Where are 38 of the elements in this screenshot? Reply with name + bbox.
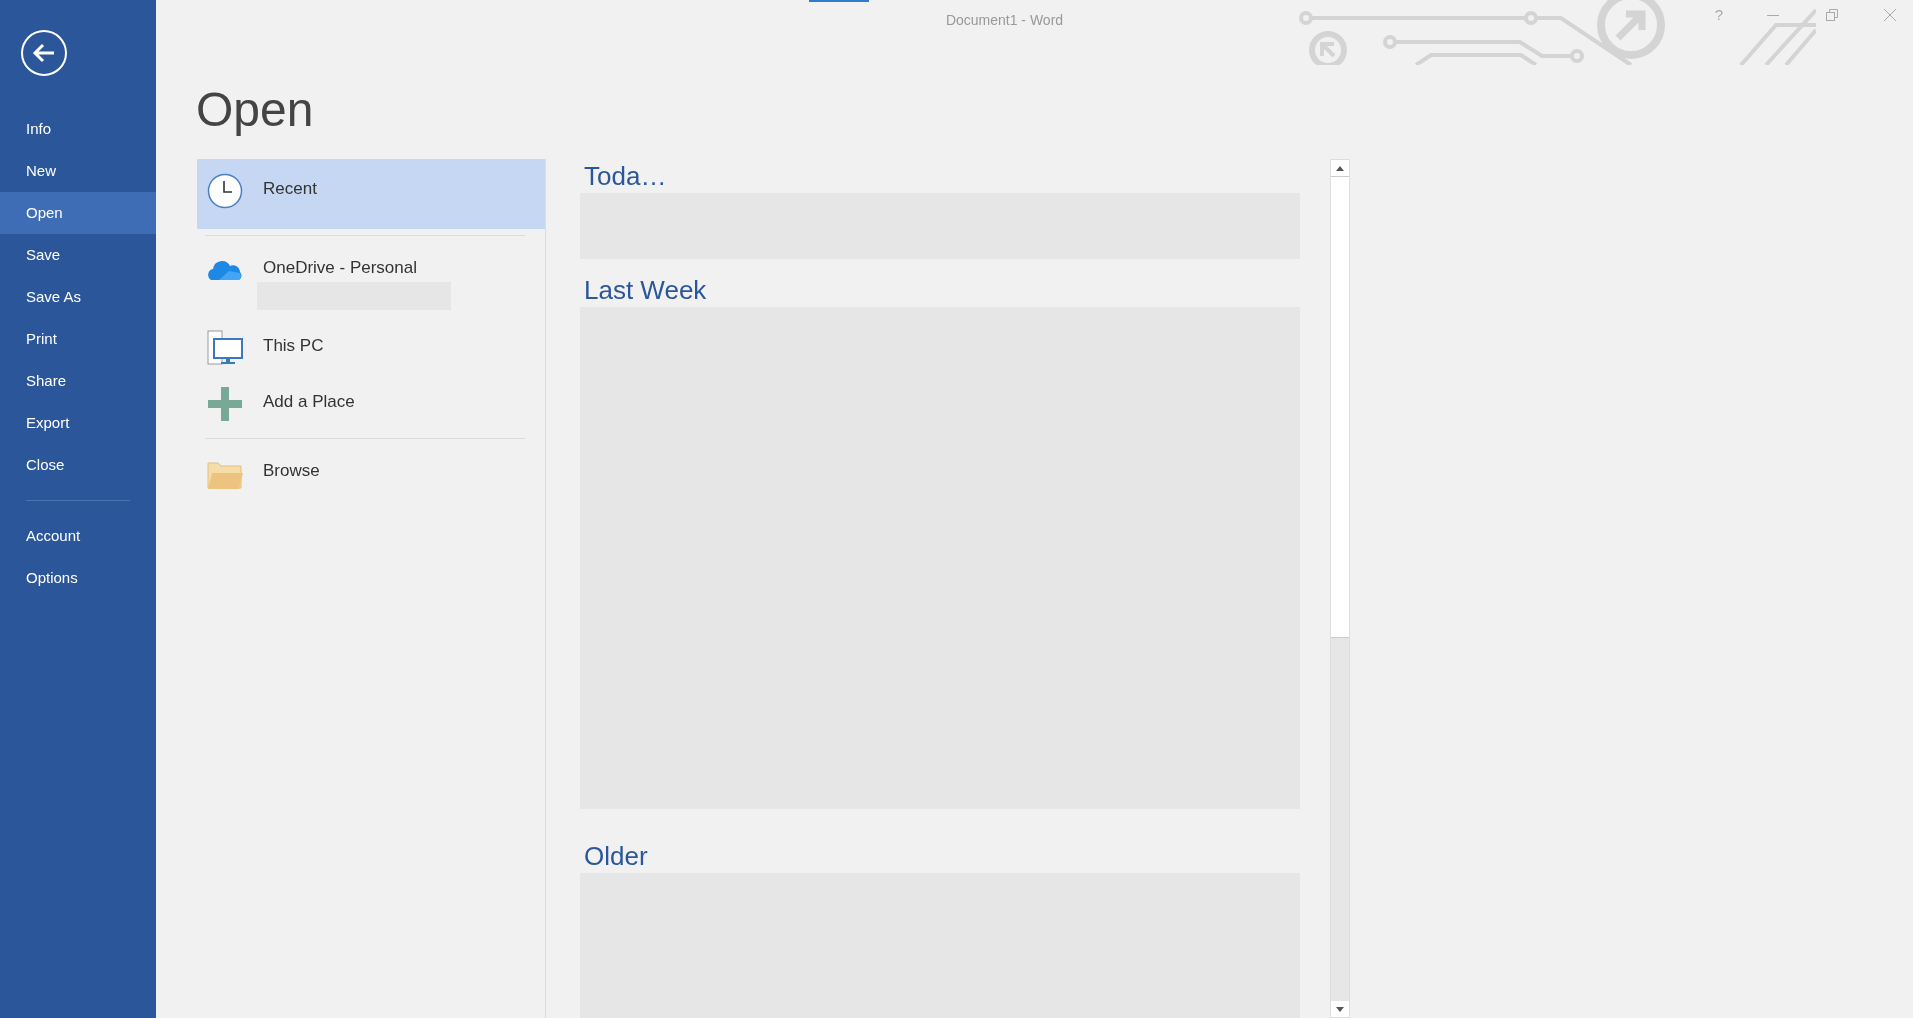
place-item[interactable]: Browse (197, 445, 545, 501)
back-button[interactable] (21, 30, 67, 76)
sidebar-item[interactable]: Share (0, 360, 156, 402)
window-title: Document1 - Word (945, 12, 1064, 28)
close-icon (1883, 7, 1897, 22)
tab-indicator (809, 0, 869, 2)
group-heading: Toda… (583, 160, 668, 193)
sidebar-item[interactable]: Save As (0, 276, 156, 318)
sidebar-item[interactable]: Export (0, 402, 156, 444)
place-item[interactable]: Add a Place (197, 376, 545, 432)
restore-icon (1825, 7, 1839, 22)
sidebar-item[interactable]: Print (0, 318, 156, 360)
place-item[interactable]: Recent (197, 159, 545, 229)
sidebar-item[interactable]: Save (0, 234, 156, 276)
scroll-up-button[interactable] (1331, 160, 1349, 176)
computer-icon (207, 330, 243, 366)
sidebar-item[interactable]: Close (0, 444, 156, 486)
place-item[interactable]: This PC (197, 320, 545, 376)
down-arrow-icon (1336, 1006, 1344, 1012)
up-arrow-icon (1336, 165, 1344, 171)
sidebar-item[interactable]: Options (0, 557, 156, 599)
sidebar-item[interactable]: Open (0, 192, 156, 234)
scrollbar[interactable] (1330, 159, 1350, 1018)
page-title: Open (196, 82, 315, 137)
scroll-thumb[interactable] (1331, 176, 1349, 638)
close-button[interactable] (1883, 7, 1897, 22)
place-item[interactable]: OneDrive - Personal (197, 242, 545, 320)
sidebar-item[interactable]: Account (0, 515, 156, 557)
sidebar-item[interactable]: Info (0, 108, 156, 150)
restore-button[interactable] (1825, 7, 1839, 22)
group-heading: Older (583, 840, 649, 874)
group-heading: Last Week (583, 273, 708, 307)
sidebar-item[interactable]: New (0, 150, 156, 192)
scroll-down-button[interactable] (1331, 1001, 1349, 1017)
back-arrow-icon (32, 43, 56, 63)
clock-icon (207, 173, 243, 209)
minimize-icon (1767, 14, 1779, 16)
plus-icon (207, 386, 243, 422)
